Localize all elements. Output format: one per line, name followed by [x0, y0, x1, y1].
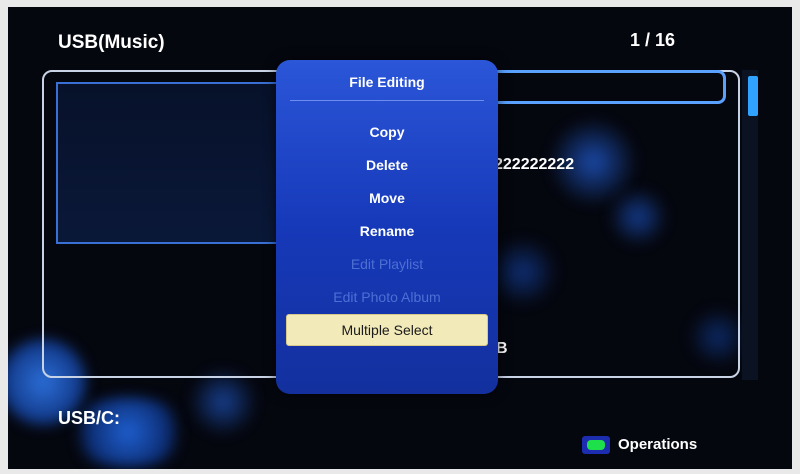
- menu-list: Copy Delete Move Rename Edit Playlist Ed…: [276, 116, 498, 346]
- green-key-icon: [582, 436, 610, 454]
- menu-item-move[interactable]: Move: [276, 182, 498, 215]
- scrollbar-track[interactable]: [742, 70, 758, 380]
- menu-item-multiple-select[interactable]: Multiple Select: [286, 314, 488, 346]
- green-key-indicator: [587, 440, 605, 450]
- page-indicator: 1 / 16: [630, 30, 676, 50]
- menu-item-copy[interactable]: Copy: [276, 116, 498, 149]
- operations-hint[interactable]: Operations: [618, 436, 697, 453]
- preview-thumbnail: [56, 82, 282, 244]
- page-title: USB(Music): [58, 32, 165, 53]
- list-item-text[interactable]: 222222222: [494, 156, 574, 174]
- scrollbar-thumb[interactable]: [748, 76, 758, 116]
- current-path: USB/C:: [58, 408, 120, 428]
- menu-title: File Editing: [349, 74, 425, 90]
- file-editing-menu: File Editing Copy Delete Move Rename Edi…: [276, 60, 498, 394]
- menu-item-delete[interactable]: Delete: [276, 149, 498, 182]
- menu-item-edit-playlist: Edit Playlist: [350, 256, 424, 272]
- menu-divider: [290, 100, 484, 101]
- menu-item-rename[interactable]: Rename: [276, 215, 498, 248]
- menu-item-edit-photo-album: Edit Photo Album: [333, 289, 441, 305]
- list-selection-highlight[interactable]: [470, 70, 726, 104]
